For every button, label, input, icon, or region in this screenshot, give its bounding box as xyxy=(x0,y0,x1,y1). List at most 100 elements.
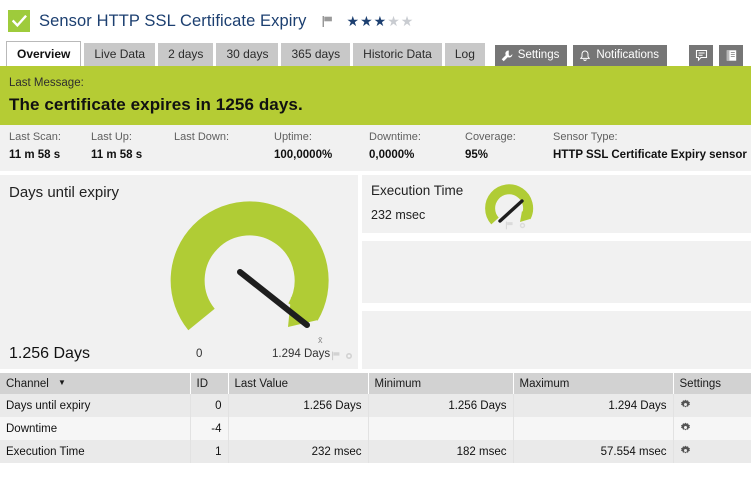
star-5[interactable]: ★ xyxy=(401,14,414,28)
tab-overview[interactable]: Overview xyxy=(6,41,82,66)
tab-live-data[interactable]: Live Data xyxy=(84,43,156,66)
stat-downtime-label: Downtime: xyxy=(369,131,421,143)
cell-last-value: 1.256 Days xyxy=(228,394,369,417)
stat-last-down-label: Last Down: xyxy=(174,131,230,143)
tab-bar: Overview Live Data 2 days 30 days 365 da… xyxy=(0,41,751,70)
gauge-current-value: 1.256 Days xyxy=(9,345,90,362)
table-header-row: Channel ▼ ID Last Value Minimum Maximum … xyxy=(0,373,751,394)
stat-sensor-type: Sensor Type: HTTP SSL Certificate Expiry… xyxy=(553,131,747,161)
stat-coverage-label: Coverage: xyxy=(465,131,516,143)
stat-uptime: Uptime: 100,0000% xyxy=(274,131,332,161)
days-until-expiry-gauge-panel: Days until expiry x̄ 1.256 Days 0 1.294 … xyxy=(0,175,358,369)
sensor-status-strip: Last Scan: 11 m 58 s Last Up: 11 m 58 s … xyxy=(0,125,751,171)
cell-channel: Downtime xyxy=(0,417,191,440)
notifications-button-label: Notifications xyxy=(596,49,659,61)
stat-last-up-value: 11 m 58 s xyxy=(91,149,143,161)
stat-last-up: Last Up: 11 m 58 s xyxy=(91,131,142,161)
cell-settings[interactable] xyxy=(673,417,751,440)
stat-last-scan-label: Last Scan: xyxy=(9,131,61,143)
stat-last-scan-value: 11 m 58 s xyxy=(9,149,61,161)
table-row[interactable]: Execution Time 1 232 msec 182 msec 57.55… xyxy=(0,440,751,463)
page-header: Sensor HTTP SSL Certificate Expiry ★ ★ ★… xyxy=(0,0,751,36)
stat-sensor-type-value: HTTP SSL Certificate Expiry sensor xyxy=(553,149,747,161)
stat-last-scan: Last Scan: 11 m 58 s xyxy=(9,131,61,161)
stat-coverage: Coverage: 95% xyxy=(465,131,516,161)
last-message-banner: Last Message: The certificate expires in… xyxy=(0,70,751,125)
gear-icon[interactable] xyxy=(344,348,354,366)
column-header-last-value[interactable]: Last Value xyxy=(228,373,369,394)
cell-last-value: 232 msec xyxy=(228,440,369,463)
cell-channel: Days until expiry xyxy=(0,394,191,417)
column-header-channel-label: Channel xyxy=(6,377,49,390)
channel-table: Channel ▼ ID Last Value Minimum Maximum … xyxy=(0,373,751,463)
wrench-icon xyxy=(501,50,513,62)
cell-maximum: 57.554 msec xyxy=(513,440,674,463)
gauge-corner-icons[interactable] xyxy=(331,348,354,366)
column-header-channel[interactable]: Channel ▼ xyxy=(0,373,191,394)
flag-icon[interactable] xyxy=(331,348,341,366)
tab-30-days[interactable]: 30 days xyxy=(216,43,279,66)
stat-downtime-value: 0,0000% xyxy=(369,149,415,161)
report-icon xyxy=(725,49,738,62)
column-header-id[interactable]: ID xyxy=(190,373,229,394)
gear-icon[interactable] xyxy=(680,422,691,436)
gear-icon[interactable] xyxy=(680,399,691,413)
comment-icon xyxy=(695,49,708,62)
cell-maximum xyxy=(513,417,674,440)
days-until-expiry-gauge xyxy=(170,201,329,331)
stat-last-up-label: Last Up: xyxy=(91,131,132,143)
settings-button[interactable]: Settings xyxy=(494,45,568,66)
comments-button[interactable] xyxy=(689,45,713,66)
table-row[interactable]: Days until expiry 0 1.256 Days 1.256 Day… xyxy=(0,394,751,417)
cell-minimum: 182 msec xyxy=(368,440,514,463)
star-1[interactable]: ★ xyxy=(347,14,360,28)
settings-button-label: Settings xyxy=(517,49,560,61)
gauges-area: Days until expiry x̄ 1.256 Days 0 1.294 … xyxy=(0,171,751,373)
execution-time-gauge-panel: Execution Time 232 msec xyxy=(362,175,751,233)
gear-icon[interactable] xyxy=(680,445,691,459)
tab-historic-data[interactable]: Historic Data xyxy=(353,43,442,66)
star-3[interactable]: ★ xyxy=(374,14,387,28)
reports-button[interactable] xyxy=(719,45,743,66)
notifications-button[interactable]: Notifications xyxy=(573,45,667,66)
sort-descending-icon: ▼ xyxy=(58,377,66,387)
bell-icon xyxy=(579,49,591,62)
stat-downtime: Downtime: 0,0000% xyxy=(369,131,421,161)
stat-uptime-value: 100,0000% xyxy=(274,149,333,161)
cell-last-value xyxy=(228,417,369,440)
execution-time-corner-icons[interactable] xyxy=(505,217,527,235)
tab-2-days[interactable]: 2 days xyxy=(158,43,214,66)
last-message-text: The certificate expires in 1256 days. xyxy=(9,95,303,114)
stat-coverage-value: 95% xyxy=(465,149,489,161)
tab-365-days[interactable]: 365 days xyxy=(281,43,351,66)
flag-icon[interactable] xyxy=(505,217,514,235)
last-message-label: Last Message: xyxy=(9,77,84,89)
sensor-priority-rating[interactable]: ★ ★ ★ ★ ★ xyxy=(347,14,414,28)
star-2[interactable]: ★ xyxy=(360,14,373,28)
cell-channel: Execution Time xyxy=(0,440,191,463)
column-header-maximum[interactable]: Maximum xyxy=(513,373,674,394)
stat-sensor-type-label: Sensor Type: xyxy=(553,131,618,143)
cell-id: 1 xyxy=(190,440,229,463)
tab-log[interactable]: Log xyxy=(444,43,485,66)
toolbar: Settings Notifications xyxy=(489,45,751,66)
cell-minimum xyxy=(368,417,514,440)
page-title: Sensor HTTP SSL Certificate Expiry xyxy=(39,11,307,30)
column-header-settings: Settings xyxy=(673,373,751,394)
execution-time-value: 232 msec xyxy=(371,208,426,222)
empty-panel-2 xyxy=(362,311,751,369)
column-header-minimum[interactable]: Minimum xyxy=(368,373,514,394)
gauge-max-label: 1.294 Days xyxy=(272,348,331,360)
stat-uptime-label: Uptime: xyxy=(274,131,312,143)
gauge-title: Days until expiry xyxy=(9,184,120,201)
cell-settings[interactable] xyxy=(673,394,751,417)
gear-icon[interactable] xyxy=(518,217,527,235)
flag-icon[interactable] xyxy=(321,15,334,28)
table-row[interactable]: Downtime -4 xyxy=(0,417,751,440)
star-4[interactable]: ★ xyxy=(387,14,400,28)
cell-id: 0 xyxy=(190,394,229,417)
empty-panel-1 xyxy=(362,241,751,303)
cell-settings[interactable] xyxy=(673,440,751,463)
prtg-sensor-overview: Sensor HTTP SSL Certificate Expiry ★ ★ ★… xyxy=(0,0,751,500)
cell-maximum: 1.294 Days xyxy=(513,394,674,417)
